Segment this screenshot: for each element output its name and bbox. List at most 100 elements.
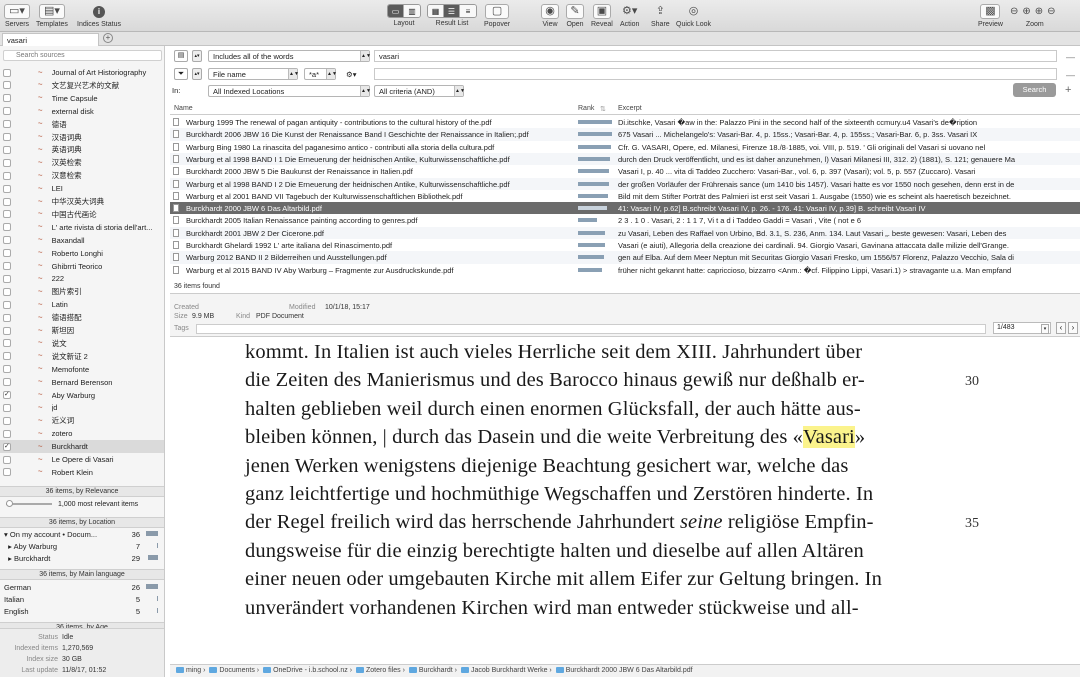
column-rank[interactable]: Rank xyxy=(578,105,594,112)
layout-control[interactable]: ▭ ▥ Layout xyxy=(387,4,421,27)
source-item[interactable]: ~ 英语词典 xyxy=(0,143,164,156)
source-checkbox[interactable] xyxy=(3,158,11,167)
source-item[interactable]: ~ 中国古代画论 xyxy=(0,208,164,221)
source-item[interactable]: ~ external disk xyxy=(0,105,164,118)
source-checkbox[interactable] xyxy=(3,262,11,270)
source-checkbox[interactable] xyxy=(3,94,11,103)
open-button[interactable]: ✎ Open xyxy=(566,4,584,28)
result-list-control[interactable]: ▦ ☰ ≡ Result List xyxy=(427,4,477,27)
source-checkbox[interactable] xyxy=(3,313,11,322)
source-item[interactable]: ~ LEI xyxy=(0,182,164,195)
source-item[interactable]: ~ L' arte rivista di storia dell'art... xyxy=(0,221,164,234)
filter-value-input[interactable] xyxy=(374,68,1057,80)
source-item[interactable]: ~ jd xyxy=(0,401,164,414)
result-row[interactable]: Burckhardt 2000 JBW 6 Das Altarbild.pdf 4… xyxy=(170,202,1080,215)
next-page-button[interactable]: › xyxy=(1068,322,1078,334)
source-item[interactable]: ~ 汉英检索 xyxy=(0,156,164,169)
path-segment[interactable]: ming xyxy=(174,667,201,674)
source-item[interactable]: ~ Le Opere di Vasari xyxy=(0,453,164,466)
source-item[interactable]: ~ 中华汉英大词典 xyxy=(0,195,164,208)
tags-input[interactable] xyxy=(196,324,986,334)
facet-row[interactable]: ▾ On my account • Docum... 36 xyxy=(0,528,164,540)
result-row[interactable]: Warburg Bing 1980 La rinascita del pagan… xyxy=(170,141,1080,153)
search-sources-input[interactable]: Search sources xyxy=(3,50,162,61)
source-item[interactable]: ~ 近义词 xyxy=(0,414,164,427)
add-row-button[interactable]: + xyxy=(1065,84,1071,96)
source-checkbox[interactable] xyxy=(3,107,11,116)
share-button[interactable]: ⇪ Share xyxy=(651,4,670,29)
path-segment[interactable]: › Jacob Burckhardt Werke xyxy=(453,667,548,674)
source-checkbox[interactable] xyxy=(3,223,11,232)
facet-row[interactable]: ▸ Burckhardt 29 xyxy=(0,552,164,564)
source-item[interactable]: ~ Roberto Longhi xyxy=(0,247,164,260)
preview-button[interactable]: ▩ Preview xyxy=(978,4,1003,28)
source-item[interactable]: ~ 说文 xyxy=(0,337,164,350)
layout-segment[interactable]: ▭ ▥ xyxy=(387,4,421,18)
facet-row[interactable]: English 5 xyxy=(0,605,164,617)
relevance-slider-row[interactable]: 1,000 most relevant items xyxy=(0,498,164,510)
source-checkbox[interactable] xyxy=(3,120,11,129)
result-row[interactable]: Burckhardt 2001 JBW 2 Der Cicerone.pdf zu… xyxy=(170,226,1080,239)
search-button[interactable]: Search xyxy=(1013,83,1056,97)
source-checkbox[interactable] xyxy=(3,274,11,283)
source-checkbox[interactable] xyxy=(3,455,11,464)
filter-icon[interactable]: ⏷ xyxy=(174,68,188,80)
result-row[interactable]: Warburg et al 1998 BAND I 2 Die Erneueru… xyxy=(170,177,1080,190)
reveal-button[interactable]: ▣ Reveal xyxy=(591,4,613,28)
source-item[interactable]: ~ Bernard Berenson xyxy=(0,376,164,389)
view-button[interactable]: ◉ View xyxy=(541,4,559,28)
source-checkbox[interactable] xyxy=(3,249,11,258)
list-icon[interactable]: ☰ xyxy=(444,5,460,17)
match-mode-select[interactable]: Includes all of the words ▲▼ xyxy=(208,50,371,62)
result-list-segment[interactable]: ▦ ☰ ≡ xyxy=(427,4,477,18)
source-checkbox[interactable] xyxy=(3,339,11,348)
criteria-select[interactable]: All criteria (AND) ▲▼ xyxy=(374,85,465,97)
prev-page-button[interactable]: ‹ xyxy=(1056,322,1066,334)
source-checkbox[interactable] xyxy=(3,68,11,77)
source-item[interactable]: ~ Time Capsule xyxy=(0,92,164,105)
facet-row[interactable]: Italian 5 xyxy=(0,593,164,605)
path-segment[interactable]: › OneDrive - i.b.school.nz xyxy=(255,667,348,674)
column-sort-icon[interactable]: ⇅ xyxy=(600,105,606,113)
document-preview[interactable]: kommt. In Italien ist auch vieles Herrli… xyxy=(170,337,1080,664)
query-type-stepper[interactable]: ▴▾ xyxy=(192,50,202,62)
source-item[interactable]: ~ Journal of Art Historiography xyxy=(0,66,164,79)
source-checkbox[interactable] xyxy=(3,326,11,335)
path-segment[interactable]: › Burckhardt 2000 JBW 6 Das Altarbild.pd… xyxy=(547,667,692,674)
source-item[interactable]: ~ 德语搭配 xyxy=(0,311,164,324)
result-row[interactable]: Warburg 1999 The renewal of pagan antiqu… xyxy=(170,116,1080,128)
page-chevron-down-icon[interactable]: ▾ xyxy=(1041,324,1049,334)
source-checkbox[interactable] xyxy=(3,468,11,477)
source-item[interactable]: ~ 说文新证 2 xyxy=(0,350,164,363)
action-button[interactable]: ⚙▾ Action xyxy=(620,4,639,29)
filter-type-stepper[interactable]: ▴▾ xyxy=(192,68,202,80)
path-segment[interactable]: › Zotero files xyxy=(348,667,401,674)
result-row[interactable]: Warburg 2012 BAND II 2 Bilderreihen und … xyxy=(170,251,1080,264)
zoom-fit-icon[interactable]: ⊕ xyxy=(1035,6,1047,17)
source-checkbox[interactable] xyxy=(3,236,11,245)
result-row[interactable]: Warburg et al 1998 BAND I 1 Die Erneueru… xyxy=(170,152,1080,166)
source-checkbox[interactable] xyxy=(3,145,11,154)
source-item[interactable]: ~ Baxandall xyxy=(0,234,164,247)
zoom-out-icon[interactable]: ⊖ xyxy=(1010,6,1022,17)
source-checkbox[interactable] xyxy=(3,365,11,374)
source-checkbox[interactable]: ✓ xyxy=(3,391,11,399)
quick-look-button[interactable]: ◎ Quick Look xyxy=(676,4,711,29)
remove-row-button[interactable]: — xyxy=(1066,70,1075,80)
indices-status-button[interactable]: i Indices Status xyxy=(77,4,121,28)
source-item[interactable]: ~ 德语 xyxy=(0,118,164,131)
result-row[interactable]: Burckhardt 2006 JBW 16 Die Kunst der Ren… xyxy=(170,128,1080,141)
source-item[interactable]: ~ zotero xyxy=(0,427,164,440)
search-term-input[interactable]: vasari xyxy=(374,50,1057,62)
facet-row[interactable]: ▸ Aby Warburg 7 xyxy=(0,540,164,552)
source-item[interactable]: ~ 斯坦因 xyxy=(0,324,164,337)
source-item[interactable]: ~ Robert Klein xyxy=(0,466,164,479)
source-checkbox[interactable] xyxy=(3,133,11,141)
result-row[interactable]: Warburg et al 2001 BAND VII Tagebuch der… xyxy=(170,190,1080,202)
source-checkbox[interactable]: ✓ xyxy=(3,442,11,451)
templates-button[interactable]: ▤▾ Templates xyxy=(36,4,68,28)
result-row[interactable]: Burckhardt 2000 JBW 5 Die Baukunst der R… xyxy=(170,165,1080,177)
source-checkbox[interactable] xyxy=(3,171,11,180)
source-checkbox[interactable] xyxy=(3,416,11,425)
relevance-header[interactable]: 36 items, by Relevance xyxy=(0,486,164,497)
